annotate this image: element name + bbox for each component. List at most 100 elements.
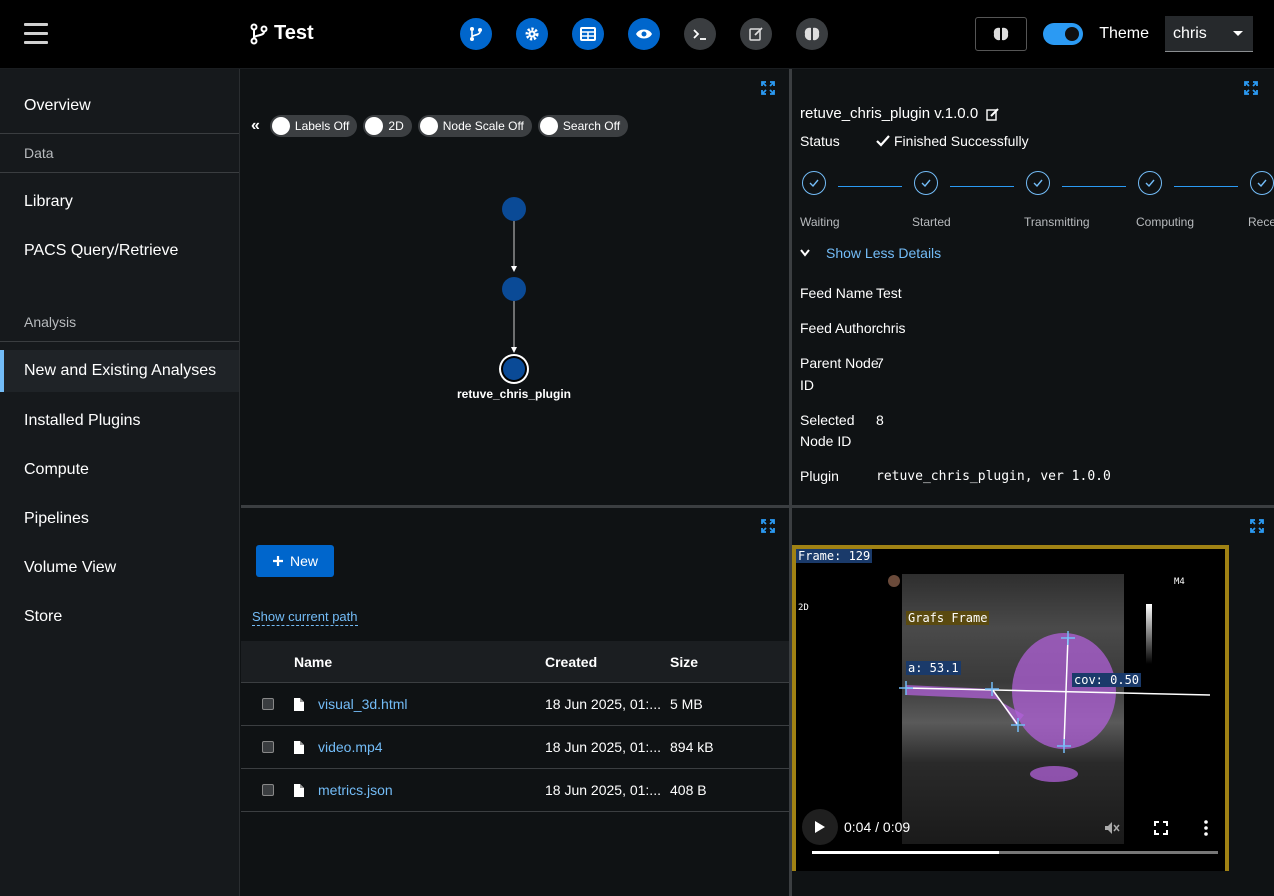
alpha-angle-label: a: 53.1 <box>906 661 961 675</box>
brain-button[interactable] <box>796 18 828 50</box>
new-button-label: New <box>289 553 318 569</box>
step-computing-check-icon <box>1138 171 1162 195</box>
sidebar-item-volume-view[interactable]: Volume View <box>0 548 239 588</box>
files-table: Name Created Size visual_3d.html 18 Jun … <box>241 641 789 812</box>
notes-button[interactable] <box>740 18 772 50</box>
show-less-details-label: Show Less Details <box>826 245 942 261</box>
sidebar-item-overview[interactable]: Overview <box>0 86 239 126</box>
show-current-path-link[interactable]: Show current path <box>252 609 358 626</box>
file-created: 18 Jun 2025, 01:... <box>545 739 661 755</box>
expand-icon[interactable] <box>1250 519 1264 533</box>
terminal-button[interactable] <box>684 18 716 50</box>
file-link[interactable]: visual_3d.html <box>318 696 408 712</box>
file-link[interactable]: video.mp4 <box>318 739 383 755</box>
chevron-down-icon <box>800 249 810 257</box>
show-less-details-toggle[interactable]: Show Less Details <box>800 245 941 261</box>
row-checkbox[interactable] <box>261 698 274 710</box>
step-connector <box>1062 186 1126 187</box>
edit-icon[interactable] <box>986 107 1000 121</box>
check-icon <box>876 135 890 147</box>
sidebar-item-new-existing-analyses[interactable]: New and Existing Analyses <box>0 350 239 392</box>
divider <box>0 172 239 173</box>
sidebar-section-analysis: Analysis <box>24 314 77 330</box>
preview-button[interactable] <box>628 18 660 50</box>
sidebar: Overview Data Library PACS Query/Retriev… <box>0 69 240 896</box>
file-icon <box>294 740 304 754</box>
theme-toggle[interactable] <box>1043 23 1084 45</box>
grafs-frame-label: Grafs Frame <box>906 611 990 625</box>
status-label: Status <box>800 133 840 149</box>
sidebar-item-store[interactable]: Store <box>0 597 239 637</box>
feed-title: Test <box>250 22 314 45</box>
parent-node-label-2: ID <box>800 377 814 393</box>
edit-icon <box>749 27 763 41</box>
table-row[interactable]: metrics.json 18 Jun 2025, 01:... 408 B <box>241 769 789 812</box>
hamburger-menu-icon[interactable] <box>24 23 48 45</box>
coverage-label: cov: 0.50 <box>1072 673 1142 687</box>
step-receiving-check-icon <box>1250 171 1274 195</box>
brain-toggle-button[interactable] <box>975 17 1028 51</box>
column-header-created[interactable]: Created <box>545 654 670 670</box>
node-details-panel: retuve_chris_plugin v.1.0.0 Status Finis… <box>792 69 1274 505</box>
git-branch-icon <box>250 23 268 44</box>
status-value: Finished Successfully <box>876 133 1029 149</box>
sidebar-item-compute[interactable]: Compute <box>0 450 239 490</box>
step-label-receiving: Rece <box>1248 215 1274 229</box>
sidebar-section-data: Data <box>24 145 54 161</box>
play-button[interactable] <box>802 809 838 845</box>
file-size: 408 B <box>670 782 707 798</box>
video-progress-bar[interactable] <box>812 851 1218 854</box>
feed-graph <box>499 197 529 384</box>
step-label-transmitting: Transmitting <box>1024 215 1090 229</box>
feed-title-text: Test <box>274 22 314 44</box>
gear-icon <box>525 27 539 41</box>
brain-icon <box>804 27 820 41</box>
column-header-size[interactable]: Size <box>670 654 770 670</box>
row-checkbox[interactable] <box>261 741 274 753</box>
table-row[interactable]: visual_3d.html 18 Jun 2025, 01:... 5 MB <box>241 683 789 726</box>
more-options-icon[interactable] <box>1204 820 1208 836</box>
feed-name-label: Feed Name <box>800 285 874 301</box>
step-waiting-check-icon <box>802 171 826 195</box>
video-player[interactable]: Frame: 129 Grafs Frame a: 53.1 cov: 0.50… <box>792 545 1229 871</box>
sidebar-item-library[interactable]: Library <box>0 182 239 222</box>
feed-author-value: chris <box>876 320 906 336</box>
graph-view-button[interactable] <box>460 18 492 50</box>
step-connector <box>950 186 1014 187</box>
table-view-button[interactable] <box>572 18 604 50</box>
sidebar-item-pacs[interactable]: PACS Query/Retrieve <box>0 231 239 271</box>
expand-icon[interactable] <box>1244 81 1258 95</box>
file-icon <box>294 697 304 711</box>
step-connector <box>838 186 902 187</box>
step-transmitting-check-icon <box>1026 171 1050 195</box>
terminal-icon <box>693 29 706 40</box>
graph-node-selected[interactable] <box>503 358 525 380</box>
plugin-value: retuve_chris_plugin, ver 1.0.0 <box>876 469 1111 484</box>
parent-node-value: 7 <box>876 355 884 371</box>
feed-author-label: Feed Author <box>800 320 877 336</box>
divider <box>0 133 239 134</box>
row-checkbox[interactable] <box>261 784 274 796</box>
file-icon <box>294 783 304 797</box>
step-label-computing: Computing <box>1136 215 1195 229</box>
divider <box>0 341 239 342</box>
sidebar-item-pipelines[interactable]: Pipelines <box>0 499 239 539</box>
new-button[interactable]: New <box>256 545 334 577</box>
play-icon <box>815 821 825 833</box>
expand-icon[interactable] <box>761 519 775 533</box>
user-dropdown[interactable]: chris <box>1165 16 1253 52</box>
graph-node[interactable] <box>502 277 526 301</box>
video-time: 0:04 / 0:09 <box>844 819 911 835</box>
graph-node[interactable] <box>502 197 526 221</box>
step-connector <box>1174 186 1238 187</box>
settings-button[interactable] <box>516 18 548 50</box>
file-link[interactable]: metrics.json <box>318 782 393 798</box>
column-header-name[interactable]: Name <box>294 654 545 670</box>
file-size: 894 kB <box>670 739 714 755</box>
probe-label: M4 <box>1174 577 1185 587</box>
fullscreen-icon[interactable] <box>1154 821 1168 835</box>
toolbar <box>460 18 828 50</box>
table-row[interactable]: video.mp4 18 Jun 2025, 01:... 894 kB <box>241 726 789 769</box>
sidebar-item-installed-plugins[interactable]: Installed Plugins <box>0 401 239 441</box>
volume-icon[interactable] <box>1104 821 1120 835</box>
